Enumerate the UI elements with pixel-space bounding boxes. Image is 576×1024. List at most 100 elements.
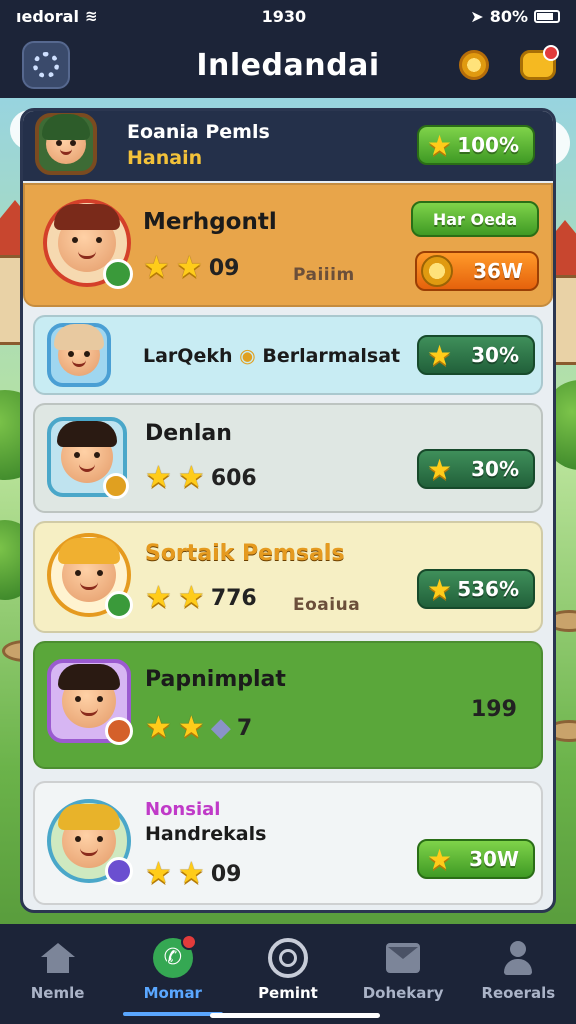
player-name: Denlan — [145, 421, 232, 446]
level-badge-icon — [105, 591, 133, 619]
nav-inbox[interactable]: Dohekary — [348, 938, 458, 1002]
star-count: 09 — [210, 861, 242, 887]
nav-label: Dohekary — [362, 984, 444, 1002]
player-score: 199 — [471, 697, 517, 722]
star-icon: ★ — [145, 580, 172, 615]
star-count: 606 — [210, 465, 257, 491]
star-icon: ★ — [143, 250, 170, 285]
level-badge-icon — [105, 857, 133, 885]
star-icon: ★ — [427, 573, 453, 606]
wifi-icon: ≋ — [84, 7, 98, 25]
leaderboard-row[interactable]: LarQekh ◉ Berlarmalsat ★ 30% — [33, 315, 543, 395]
nav-label: Reoerals — [481, 984, 556, 1002]
star-icon: ★ — [427, 129, 453, 162]
page-title: Inledandai — [196, 47, 380, 83]
star-rating: ★ ★ 776 — [145, 583, 257, 613]
settings-button[interactable] — [22, 41, 70, 89]
level-badge-icon — [105, 717, 133, 745]
star-icon: ★ — [145, 856, 172, 891]
player-name: Sortaik Pemsals — [145, 541, 345, 566]
location-icon: ➤ — [470, 6, 484, 26]
star-rating: ★ ★ 606 — [145, 463, 257, 493]
envelope-icon — [386, 943, 421, 973]
notification-dot — [543, 45, 559, 61]
player-name-line2: Handrekals — [145, 823, 267, 845]
star-icon: ★ — [427, 453, 453, 486]
nav-label: Pemint — [258, 984, 318, 1002]
score-pill[interactable]: ★ 30% — [417, 335, 535, 375]
status-pill[interactable]: Har Oeda — [411, 201, 539, 237]
star-icon: ★ — [145, 710, 172, 745]
header-title-line2: Hanain — [127, 147, 203, 169]
leaderboard-top-card[interactable]: Eoania Pemls Hanain ★ 100% — [23, 111, 553, 181]
medal-icon — [459, 50, 489, 80]
nav-profile[interactable]: Reoerals — [463, 938, 573, 1002]
player-name: Nonsial — [145, 799, 221, 820]
header-title-line1: Eoania Pemls — [127, 121, 270, 143]
leaderboard-row[interactable]: Papnimplat ★ ★ ◆ 7 199 — [33, 641, 543, 769]
player-avatar — [47, 799, 133, 885]
player-name: Merhgontl — [143, 209, 277, 235]
star-icon: ★ — [175, 250, 203, 285]
player-avatar — [47, 659, 133, 745]
leaderboard-row[interactable]: Denlan ★ ★ 606 ★ 30% — [33, 403, 543, 513]
level-badge-icon — [103, 259, 133, 289]
star-icon: ★ — [177, 580, 205, 615]
player-name-line: LarQekh ◉ Berlarmalsat — [143, 345, 401, 367]
chat-bubble-icon — [520, 45, 559, 80]
ring-icon — [267, 938, 308, 978]
score-pill[interactable]: ★ 30W — [417, 839, 535, 879]
star-count: 09 — [208, 255, 240, 281]
player-subtitle: Paiiim — [293, 265, 355, 285]
battery-icon — [533, 9, 560, 23]
score-pill[interactable]: ★ 536% — [417, 569, 535, 609]
coin-icon: ◉ — [239, 345, 256, 367]
coin-badge-icon — [103, 473, 129, 499]
star-icon: ★ — [177, 710, 205, 745]
player-subtitle: Eoaiua — [293, 595, 361, 615]
player-avatar — [47, 533, 133, 619]
star-count: 776 — [210, 585, 257, 611]
leaderboard-panel: Eoania Pemls Hanain ★ 100% Merhgontl ★ ★… — [20, 108, 556, 913]
player-avatar — [43, 199, 133, 289]
clock: 1930 — [261, 6, 307, 26]
gem-icon: ◆ — [210, 713, 231, 743]
score-pill[interactable]: 36W — [415, 251, 539, 291]
star-icon: ★ — [145, 460, 172, 495]
nav-label: Momar — [143, 984, 202, 1002]
nav-label: Nemle — [30, 984, 85, 1002]
star-rating: ★ ★ 09 — [143, 253, 239, 283]
home-indicator[interactable] — [210, 1013, 380, 1018]
star-icon: ★ — [177, 460, 205, 495]
star-count: 7 — [236, 715, 253, 741]
star-rating: ★ ★ ◆ 7 — [145, 713, 252, 743]
leaderboard-row[interactable]: Merhgontl ★ ★ 09 Paiiim Har Oeda 36W — [23, 183, 553, 307]
messages-button[interactable] — [514, 41, 562, 89]
status-bar: ıedoral ≋ 1930 ➤ 80% — [0, 0, 576, 32]
player-avatar — [47, 323, 111, 387]
score-pill[interactable]: ★ 30% — [417, 449, 535, 489]
bottom-nav: Nemle ✆ Momar Pemint Dohekary Reoerals — [0, 924, 576, 1024]
notification-dot — [180, 934, 197, 950]
star-icon: ★ — [427, 843, 453, 876]
gear-icon — [33, 52, 59, 78]
phone-icon: ✆ — [152, 934, 197, 978]
star-rating: ★ ★ 09 — [145, 859, 241, 889]
header-score-pill[interactable]: ★ 100% — [417, 125, 535, 165]
star-icon: ★ — [427, 339, 453, 372]
star-icon: ★ — [177, 856, 205, 891]
battery-percent: 80% — [489, 6, 528, 26]
home-icon — [40, 943, 75, 973]
achievements-button[interactable] — [450, 41, 498, 89]
nav-home[interactable]: Nemle — [3, 938, 113, 1002]
carrier-label: ıedoral — [16, 6, 79, 26]
nav-center[interactable]: Pemint — [233, 938, 343, 1002]
player-avatar — [47, 417, 129, 499]
app-header: Inledandai — [0, 32, 576, 98]
leaderboard-row[interactable]: Nonsial Handrekals ★ ★ 09 ★ 30W — [33, 781, 543, 905]
nav-calls[interactable]: ✆ Momar — [118, 934, 228, 1016]
player-name: Papnimplat — [145, 667, 286, 692]
leaderboard-row[interactable]: Sortaik Pemsals ★ ★ 776 Eoaiua ★ 536% — [33, 521, 543, 633]
coin-icon — [421, 255, 453, 287]
team-avatar — [35, 113, 97, 175]
